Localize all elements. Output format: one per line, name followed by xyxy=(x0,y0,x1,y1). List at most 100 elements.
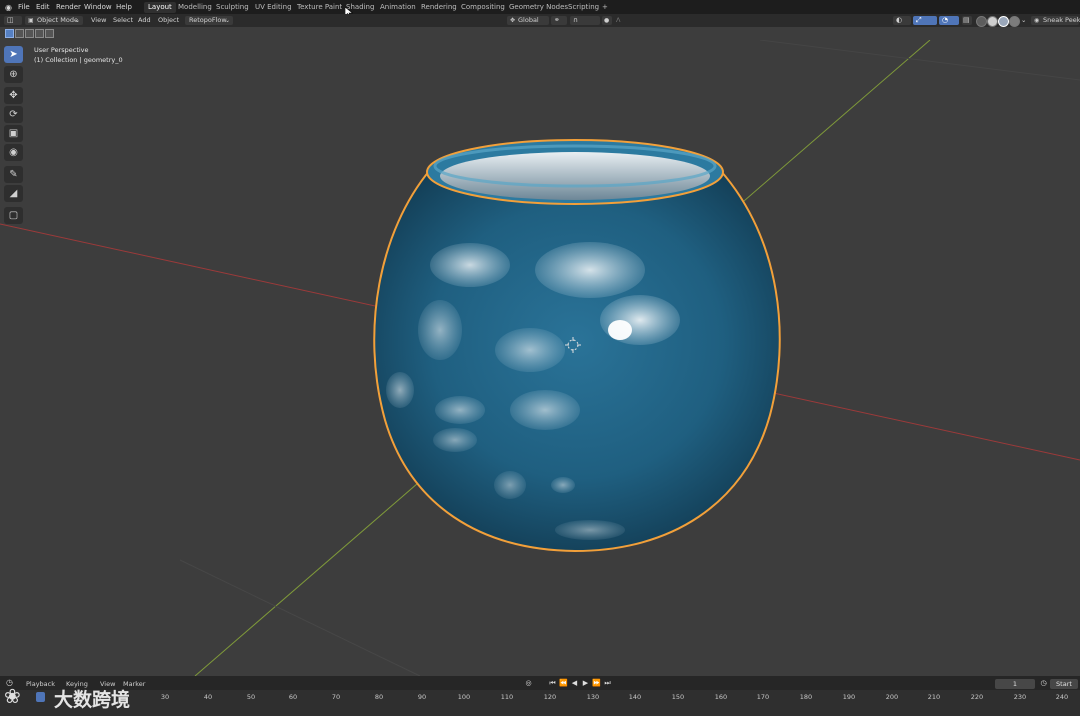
tab-compositing[interactable]: Compositing xyxy=(457,2,509,13)
ruler-tick: 180 xyxy=(799,693,813,701)
crosshair-icon: ⊕ xyxy=(9,69,18,80)
tab-modelling[interactable]: Modelling xyxy=(174,2,216,13)
ruler-tick: 230 xyxy=(1013,693,1027,701)
jump-end-icon[interactable]: ⏭ xyxy=(603,679,612,688)
mode-select[interactable]: ▣ Object Mode ⌄ xyxy=(25,16,83,25)
global-axes-icon: ✥ xyxy=(510,17,516,24)
header-menu-select[interactable]: Select xyxy=(111,16,135,25)
gizmo-button[interactable]: ⤢ xyxy=(913,16,937,25)
select-new-icon[interactable] xyxy=(5,29,14,38)
current-frame-field[interactable]: 1 xyxy=(995,679,1035,689)
rotate-tool[interactable]: ⟳ xyxy=(4,106,23,123)
mode-label: Object Mode xyxy=(37,16,78,24)
select-extend-icon[interactable] xyxy=(15,29,24,38)
grid-line xyxy=(179,559,421,676)
ruler-tick: 60 xyxy=(288,693,298,701)
select-invert-icon[interactable] xyxy=(35,29,44,38)
select-box-tool[interactable]: ➤ xyxy=(4,46,23,63)
menu-help[interactable]: Help xyxy=(116,3,132,11)
tab-animation[interactable]: Animation xyxy=(376,2,420,13)
watermark-logo-icon: ❀ xyxy=(4,684,21,708)
blender-logo-icon[interactable]: ◉ xyxy=(5,3,12,12)
timeline-ruler[interactable]: 30 40 50 60 70 80 90 100 110 120 130 140… xyxy=(0,690,1080,716)
proportional-icon: ● xyxy=(604,17,610,24)
header-menu-add[interactable]: Add xyxy=(136,16,153,25)
add-workspace-button[interactable]: + xyxy=(598,2,612,13)
chevron-down-icon: ⌄ xyxy=(74,17,80,24)
ruler-tick: 40 xyxy=(203,693,213,701)
pivot-point-button[interactable]: ⚭ xyxy=(551,16,567,25)
falloff-icon[interactable]: Λ xyxy=(614,16,622,25)
watermark-text: 大数跨境 xyxy=(54,689,131,711)
cube-icon: ▢ xyxy=(8,210,19,221)
view-name-label: User Perspective xyxy=(34,46,89,54)
transform-tool[interactable]: ◉ xyxy=(4,144,23,161)
select-subtract-icon[interactable] xyxy=(25,29,34,38)
bowl-object[interactable] xyxy=(373,139,781,553)
jump-start-icon[interactable]: ⏮ xyxy=(548,679,557,688)
stopwatch-icon[interactable]: ◷ xyxy=(1039,679,1048,688)
eye-icon: ◐ xyxy=(896,16,903,24)
tab-rendering[interactable]: Rendering xyxy=(417,2,461,13)
menu-window[interactable]: Window xyxy=(84,3,112,11)
scale-tool[interactable]: ▣ xyxy=(4,125,23,142)
visibility-button[interactable]: ◐ xyxy=(893,16,911,25)
ruler-icon: ◢ xyxy=(9,188,18,199)
wireframe-shading-icon[interactable] xyxy=(976,16,987,27)
ruler-tick: 200 xyxy=(885,693,899,701)
solid-shading-icon[interactable] xyxy=(987,16,998,27)
pivot-icon: ⚭ xyxy=(554,16,560,24)
playhead[interactable] xyxy=(36,692,45,702)
viewport-scene xyxy=(0,40,1080,676)
gizmo-icon: ⤢ xyxy=(916,16,922,24)
tab-texture-paint[interactable]: Texture Paint xyxy=(293,2,346,13)
cursor-tool[interactable]: ⊕ xyxy=(4,66,23,83)
3d-viewport[interactable]: User Perspective (1) Collection | geomet… xyxy=(0,40,1080,676)
snap-button[interactable]: ∩ xyxy=(570,16,600,25)
timeline-menu-playback[interactable]: Playback xyxy=(26,680,55,688)
sneak-peek-button[interactable]: ◉ Sneak Peek xyxy=(1031,16,1080,25)
retopoflow-menu[interactable]: RetopoFlow ⌄ xyxy=(185,16,233,25)
ruler-tick: 160 xyxy=(714,693,728,701)
overlays-button[interactable]: ◔ xyxy=(939,16,959,25)
ruler-tick: 170 xyxy=(756,693,770,701)
material-preview-icon[interactable] xyxy=(998,16,1009,27)
add-cube-tool[interactable]: ▢ xyxy=(4,207,23,224)
grid-line xyxy=(759,40,1080,81)
menu-file[interactable]: File xyxy=(18,3,30,11)
menu-edit[interactable]: Edit xyxy=(36,3,50,11)
chevron-down-icon[interactable]: ⌄ xyxy=(1019,16,1028,25)
annotate-tool[interactable]: ✎ xyxy=(4,166,23,183)
move-tool[interactable]: ✥ xyxy=(4,87,23,104)
select-intersect-icon[interactable] xyxy=(45,29,54,38)
ruler-tick: 90 xyxy=(417,693,427,701)
header-menu-object[interactable]: Object xyxy=(156,16,181,25)
object-mode-icon: ▣ xyxy=(28,17,34,24)
ruler-tick: 150 xyxy=(671,693,685,701)
xray-icon: ▤ xyxy=(963,16,970,24)
ruler-tick: 130 xyxy=(586,693,600,701)
tab-uv-editing[interactable]: UV Editing xyxy=(251,2,296,13)
tab-sculpting[interactable]: Sculpting xyxy=(212,2,253,13)
start-frame-field[interactable]: Start xyxy=(1050,679,1078,689)
measure-tool[interactable]: ◢ xyxy=(4,185,23,202)
transform-orientation-select[interactable]: ✥ Global xyxy=(507,16,549,25)
next-keyframe-icon[interactable]: ⏩ xyxy=(592,679,601,688)
chevron-down-icon: ⌄ xyxy=(224,17,230,24)
retopoflow-label: RetopoFlow xyxy=(189,16,227,24)
ruler-tick: 120 xyxy=(543,693,557,701)
tab-layout[interactable]: Layout xyxy=(144,2,176,13)
sneak-peek-icon: ◉ xyxy=(1034,17,1040,24)
proportional-edit-button[interactable]: ● xyxy=(602,16,612,25)
menu-render[interactable]: Render xyxy=(56,3,81,11)
play-reverse-icon[interactable]: ◀ xyxy=(570,679,579,688)
tab-geometry-nodes[interactable]: Geometry Nodes xyxy=(505,2,572,13)
viewport-header: ◫ ▣ Object Mode ⌄ View Select Add Object… xyxy=(0,14,1080,27)
prev-keyframe-icon[interactable]: ⏪ xyxy=(559,679,568,688)
header-menu-view[interactable]: View xyxy=(89,16,108,25)
ruler-tick: 110 xyxy=(500,693,514,701)
record-button[interactable]: ◎ xyxy=(524,679,533,688)
play-icon[interactable]: ▶ xyxy=(581,679,590,688)
xray-button[interactable]: ▤ xyxy=(962,16,972,25)
editor-type-button[interactable]: ◫ xyxy=(4,16,22,25)
